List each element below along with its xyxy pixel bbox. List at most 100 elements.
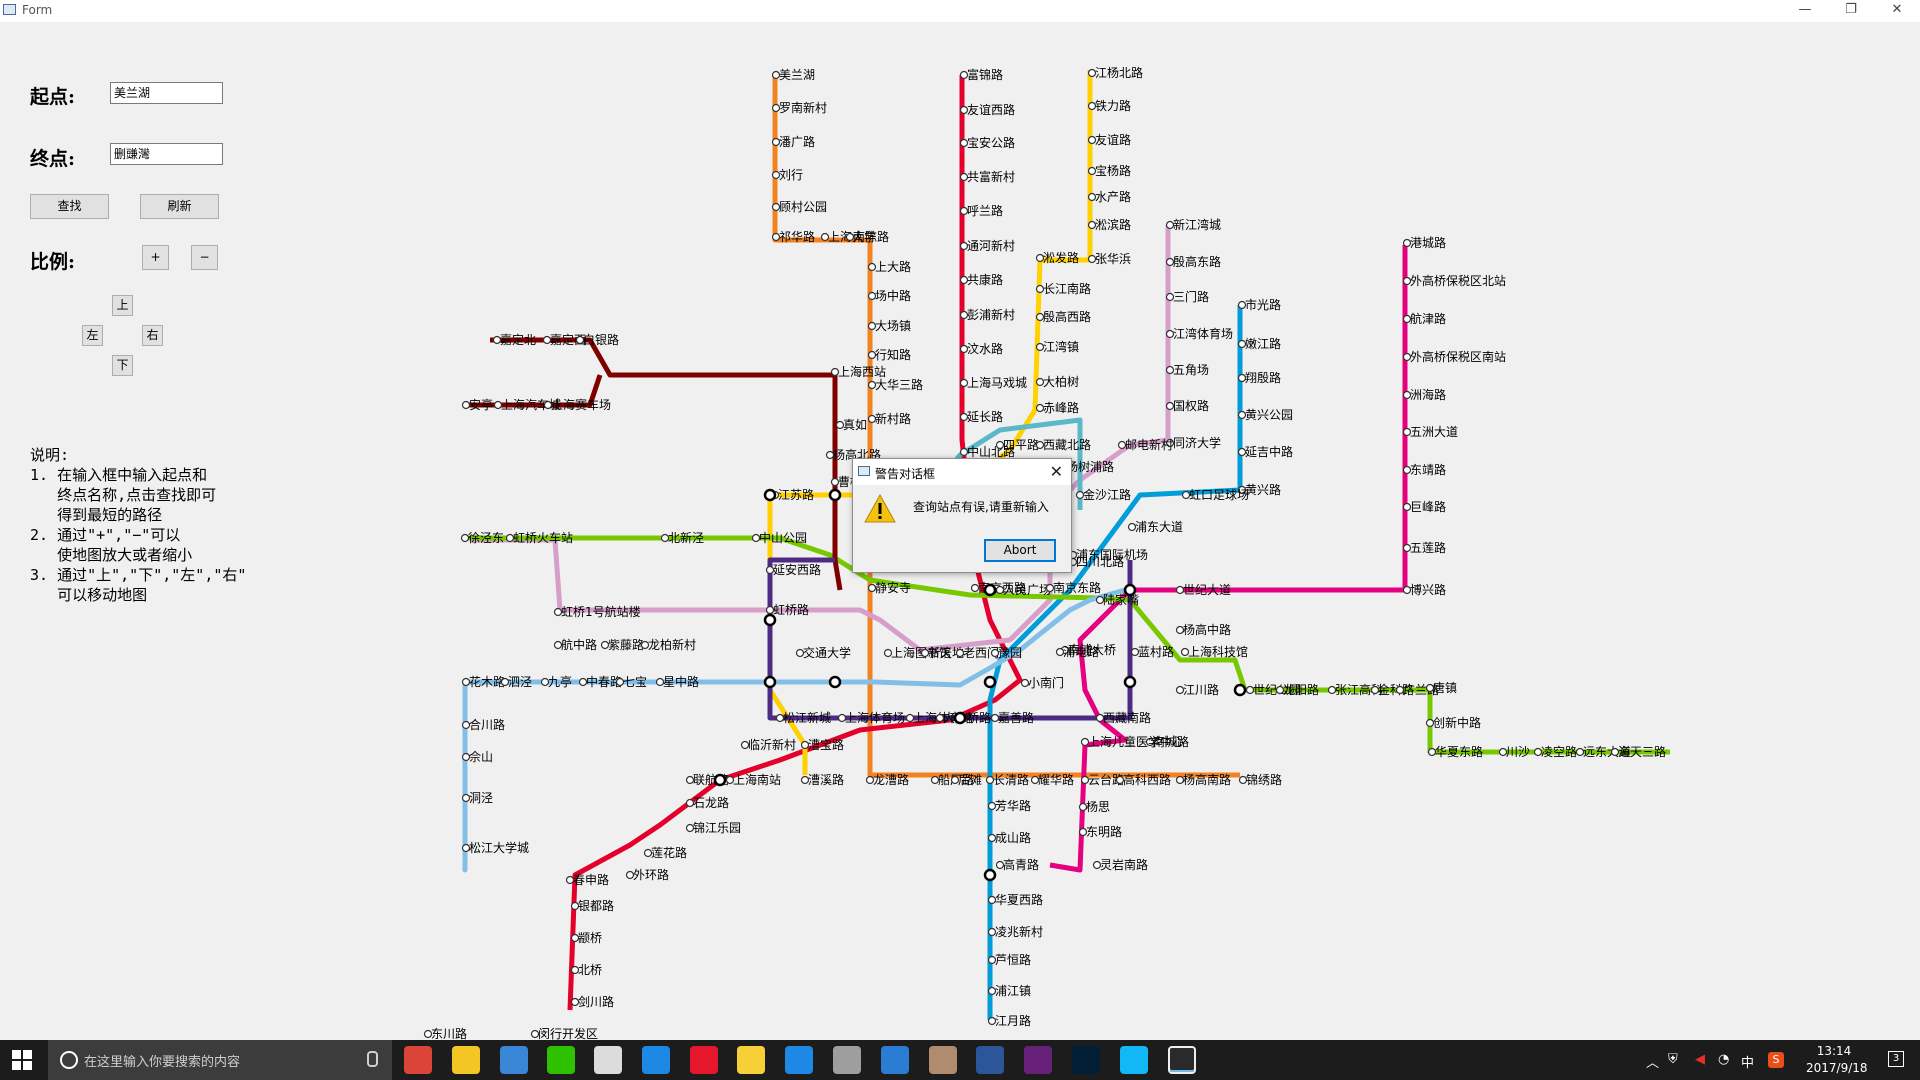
windows-start-icon[interactable]: [12, 1050, 32, 1070]
station-label: 锦绣路: [1246, 772, 1282, 787]
station-label: 凌兆新村: [995, 924, 1043, 939]
station-label: 上海赛车场: [551, 397, 611, 412]
visual-studio-icon[interactable]: [1024, 1046, 1052, 1074]
mail-bird-icon[interactable]: [881, 1046, 909, 1074]
tray-volume-icon[interactable]: ◀: [1695, 1052, 1705, 1067]
station-label: 小南门: [1028, 675, 1064, 690]
station-label: 杨高中路: [1183, 622, 1231, 637]
avatar-app-icon[interactable]: [929, 1046, 957, 1074]
station-label: 杨高南路: [1183, 772, 1231, 787]
interchange-marker[interactable]: [1123, 675, 1137, 689]
station-label: 杨树浦路: [1066, 459, 1114, 474]
station-label: 洞泾: [469, 791, 493, 805]
close-button[interactable]: ✕: [1874, 0, 1920, 22]
abort-button[interactable]: Abort: [984, 539, 1056, 562]
station-label: 嘉善路: [998, 710, 1034, 725]
qq-icon[interactable]: [1120, 1046, 1148, 1074]
station-label: 上海马戏城: [967, 375, 1027, 390]
station-label: 淞滨路: [1095, 217, 1131, 232]
station-label: 江月路: [995, 1013, 1031, 1028]
interchange-marker[interactable]: [953, 711, 967, 725]
taskbar-search-box[interactable]: 在这里输入你要搜索的内容: [48, 1040, 392, 1080]
minimize-button[interactable]: —: [1782, 0, 1828, 22]
station-label: 四川北路: [1076, 554, 1124, 569]
tray-network-icon[interactable]: ◔: [1718, 1052, 1729, 1067]
station-label: 蓝村路: [1138, 644, 1174, 659]
word-icon[interactable]: [976, 1046, 1004, 1074]
station-label: 北新泾: [668, 530, 704, 545]
interchange-marker[interactable]: [763, 613, 777, 627]
form-app-icon[interactable]: [1168, 1046, 1196, 1074]
station-label: 龙漕路: [873, 772, 909, 787]
station-label: 虹口足球场: [1189, 488, 1249, 502]
notification-center-icon[interactable]: 3: [1888, 1050, 1904, 1067]
interchange-marker[interactable]: [763, 488, 777, 502]
station-label: 外高桥保税区北站: [1410, 273, 1506, 288]
station-label: 虹桥火车站: [513, 530, 573, 545]
metro-line-9: [490, 337, 843, 591]
station-label: 西藏南路: [1103, 710, 1151, 725]
sticky-notes-icon[interactable]: [737, 1046, 765, 1074]
station-label: 上海南站: [733, 772, 781, 787]
interchange-marker[interactable]: [828, 675, 842, 689]
station-label: 淞发路: [1043, 250, 1079, 265]
pen-icon[interactable]: [594, 1046, 622, 1074]
station-label: 上海科技馆: [1188, 644, 1248, 659]
store-icon[interactable]: [500, 1046, 528, 1074]
station-label: 闵行开发区: [538, 1026, 598, 1040]
station-label: 江杨北路: [1095, 65, 1143, 80]
station-label: 星中路: [663, 674, 699, 689]
station-label: 耀华路: [1038, 772, 1074, 787]
station-label: 友谊路: [1095, 132, 1131, 147]
station-label: 春申路: [573, 872, 609, 887]
station-label: 刘行: [779, 168, 803, 182]
station-label: 豫园: [998, 646, 1022, 660]
dialog-close-icon[interactable]: ✕: [1050, 462, 1063, 481]
photoshop-icon[interactable]: [1072, 1046, 1100, 1074]
interchange-marker[interactable]: [983, 675, 997, 689]
taskbar-clock[interactable]: 13:14 2017/9/18: [1806, 1043, 1868, 1077]
station-label: 江湾体育场: [1173, 326, 1233, 341]
restore-button[interactable]: ❐: [1828, 0, 1874, 22]
interchange-marker[interactable]: [763, 675, 777, 689]
file-explorer-icon[interactable]: [452, 1046, 480, 1074]
station-label: 新江湾城: [1173, 217, 1221, 232]
station-label: 国权路: [1173, 398, 1209, 413]
station-label: 创新中路: [1433, 715, 1481, 730]
station-label: 友谊西路: [967, 102, 1015, 117]
tray-ime-indicator[interactable]: 中: [1741, 1052, 1754, 1071]
station-label: 共富新村: [967, 169, 1015, 184]
microphone-icon[interactable]: [367, 1051, 378, 1067]
station-label: 华夏东路: [1435, 744, 1483, 759]
station-label: 大华三路: [875, 377, 923, 392]
wechat-icon[interactable]: [547, 1046, 575, 1074]
station-label: 虹桥路: [773, 602, 809, 617]
station-label: 上海体育场: [845, 710, 905, 725]
station-label: 浦东大道: [1135, 520, 1183, 534]
printer-icon[interactable]: [833, 1046, 861, 1074]
station-label: 殷高东路: [1173, 254, 1221, 269]
star-app-icon[interactable]: [642, 1046, 670, 1074]
interchange-marker[interactable]: [713, 773, 727, 787]
station-label: 莲花路: [651, 845, 687, 860]
tray-app-icon[interactable]: S: [1768, 1052, 1784, 1068]
tray-shield-icon[interactable]: ⛨: [1668, 1052, 1678, 1067]
station-label: 五莲路: [1410, 540, 1446, 555]
station-label: 宝安公路: [967, 135, 1015, 150]
weibo-icon[interactable]: [690, 1046, 718, 1074]
station-label: 高科西路: [1123, 772, 1171, 787]
station-label: 南京东路: [1053, 580, 1101, 595]
interchange-marker[interactable]: [828, 488, 842, 502]
clock-date: 2017/9/18: [1806, 1061, 1868, 1075]
station-label: 锦江乐园: [693, 821, 741, 835]
tray-chevron-icon[interactable]: ︿: [1646, 1052, 1659, 1071]
warning-icon: [864, 493, 896, 523]
edge-icon[interactable]: [785, 1046, 813, 1074]
chrome-icon[interactable]: [404, 1046, 432, 1074]
station-label: 呼兰路: [967, 203, 1003, 218]
interchange-marker[interactable]: [983, 583, 997, 597]
station-label: 松江新城: [783, 710, 831, 725]
interchange-marker[interactable]: [983, 868, 997, 882]
interchange-marker[interactable]: [1233, 683, 1247, 697]
interchange-marker[interactable]: [1123, 583, 1137, 597]
